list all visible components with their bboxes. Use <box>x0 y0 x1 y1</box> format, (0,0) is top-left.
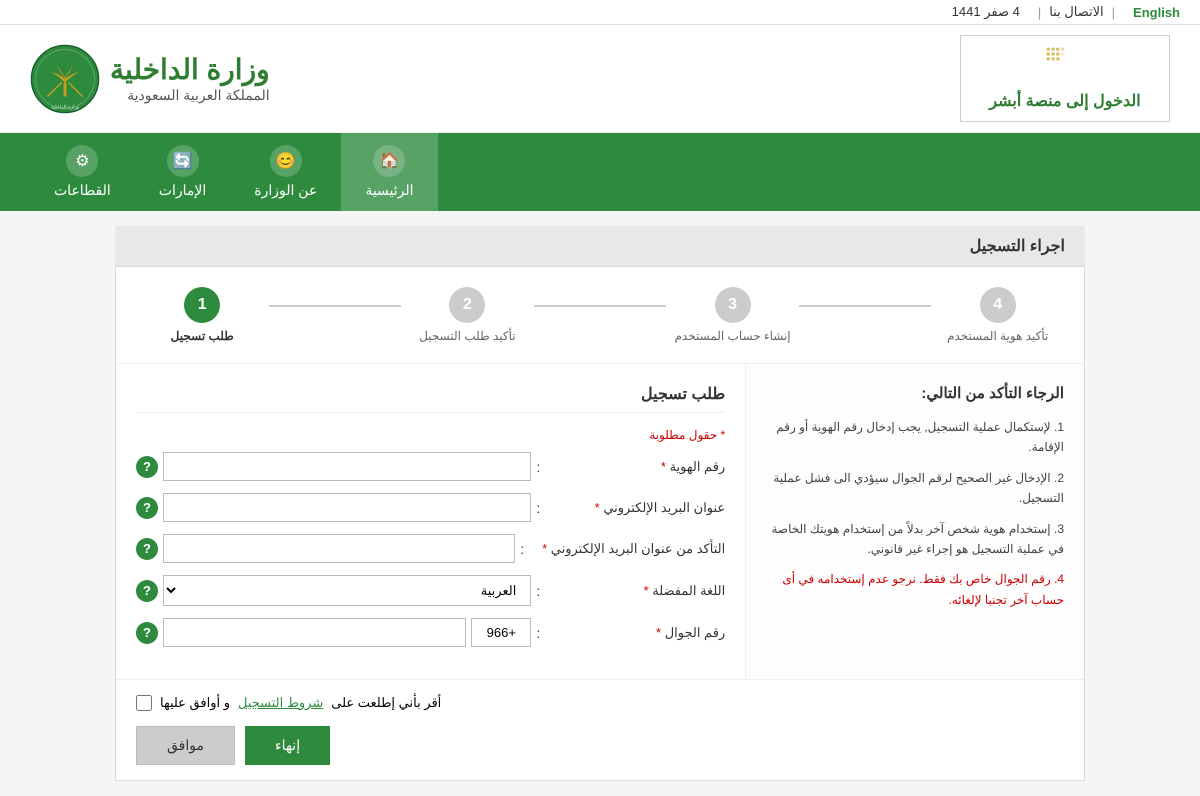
emirates-icon: 🔄 <box>167 145 199 177</box>
registration-container: 4 تأكيد هوية المستخدم 3 إنشاء حساب المست… <box>115 266 1085 781</box>
buttons-row: إنهاء موافق <box>136 726 1064 765</box>
nav-label-sectors: القطاعات <box>54 182 111 199</box>
top-bar: English | الاتصال بنا | 4 صفر 1441 <box>0 0 1200 25</box>
english-link[interactable]: English <box>1133 5 1180 20</box>
contact-label: الاتصال بنا <box>1049 4 1103 20</box>
svg-text:وزارة الداخلية: وزارة الداخلية <box>51 104 80 110</box>
ministry-name: وزارة الداخلية <box>110 53 270 87</box>
input-wrapper-language: العربية English ? <box>136 575 531 606</box>
email-info-icon[interactable]: ? <box>136 497 158 519</box>
instruction-4: 4. رقم الجوال خاص بك فقط. نرجو عدم إستخد… <box>766 569 1064 610</box>
label-email: عنوان البريد الإلكتروني * <box>545 500 725 516</box>
form-row-mobile: رقم الجوال * : +966 ? <box>136 618 725 647</box>
email-input[interactable] <box>163 493 531 522</box>
form-title: طلب تسجيل <box>136 384 725 413</box>
input-wrapper-confirm-email: ? <box>136 534 515 563</box>
terms-text-after: و أوافق عليها <box>160 695 230 711</box>
mobile-input[interactable] <box>163 618 466 647</box>
ministry-logo: وزارة الداخلية المملكة العربية السعودية … <box>30 44 270 114</box>
phone-label: 4 صفر 1441 <box>952 4 1020 20</box>
phone-row: +966 <box>163 618 531 647</box>
mobile-info-icon[interactable]: ? <box>136 622 158 644</box>
step-2-number: 2 <box>449 287 485 323</box>
input-wrapper-mobile: +966 ? <box>136 618 531 647</box>
ministry-emblem: وزارة الداخلية <box>30 44 100 114</box>
instruction-2: 2. الإدخال غير الصحيح لرقم الجوال سيؤدي … <box>766 468 1064 509</box>
sectors-icon: ⚙ <box>66 145 98 177</box>
label-id: رقم الهوية * <box>545 459 725 475</box>
step-1-label: طلب تسجيل <box>171 329 234 343</box>
form-row-confirm-email: التأكد من عنوان البريد الإلكتروني * : ? <box>136 534 725 563</box>
form-bottom: أقر بأني إطلعت على شروط التسجيل و أوافق … <box>116 679 1084 780</box>
form-row-id: رقم الهوية * : ? <box>136 452 725 481</box>
step-3-label: إنشاء حساب المستخدم <box>674 329 790 343</box>
nav-item-sectors[interactable]: ⚙ القطاعات <box>30 133 135 211</box>
finish-button[interactable]: إنهاء <box>245 726 330 765</box>
steps-bar: 4 تأكيد هوية المستخدم 3 إنشاء حساب المست… <box>116 267 1084 364</box>
id-number-input[interactable] <box>163 452 531 481</box>
nav-label-ministry: عن الوزارة <box>254 182 317 199</box>
input-wrapper-id: ? <box>136 452 531 481</box>
content-area: الرجاء التأكد من التالي: 1. لإستكمال عمل… <box>116 364 1084 679</box>
form-row-language: اللغة المفضلة * : العربية English ? <box>136 575 725 606</box>
id-info-icon[interactable]: ? <box>136 456 158 478</box>
step-1-number: 1 <box>184 287 220 323</box>
separator1: | <box>1112 5 1115 20</box>
step-2-label: تأكيد طلب التسجيل <box>419 329 515 343</box>
page-title: اجراء التسجيل <box>115 226 1085 266</box>
header: الدخول إلى منصة أبشر وزارة الداخلية المم… <box>0 25 1200 133</box>
terms-link[interactable]: شروط التسجيل <box>238 695 323 711</box>
step-1: 1 طلب تسجيل <box>136 287 269 343</box>
language-select[interactable]: العربية English <box>163 575 531 606</box>
terms-checkbox[interactable] <box>136 695 152 711</box>
nav-bar: 🏠 الرئيسية 😊 عن الوزارة 🔄 الإمارات ⚙ الق… <box>0 133 1200 211</box>
language-info-icon[interactable]: ? <box>136 580 158 602</box>
terms-row: أقر بأني إطلعت على شروط التسجيل و أوافق … <box>136 695 1064 711</box>
required-star-note: * <box>717 428 725 442</box>
required-note: * حقول مطلوبة <box>136 428 725 442</box>
step-2: 2 تأكيد طلب التسجيل <box>401 287 534 343</box>
agree-button[interactable]: موافق <box>136 726 235 765</box>
step-4-number: 4 <box>980 287 1016 323</box>
form-panel: طلب تسجيل * حقول مطلوبة رقم الهوية * : ? <box>116 364 745 679</box>
instructions-panel: الرجاء التأكد من التالي: 1. لإستكمال عمل… <box>745 364 1084 679</box>
abshir-link[interactable]: الدخول إلى منصة أبشر <box>960 35 1170 122</box>
nav-item-emirates[interactable]: 🔄 الإمارات <box>135 133 230 211</box>
instructions-title: الرجاء التأكد من التالي: <box>766 384 1064 402</box>
nav-item-ministry[interactable]: 😊 عن الوزارة <box>230 133 341 211</box>
nav-label-home: الرئيسية <box>365 182 413 199</box>
form-row-email: عنوان البريد الإلكتروني * : ? <box>136 493 725 522</box>
instruction-3: 3. إستخدام هوية شخص آخر بدلاً من إستخدام… <box>766 519 1064 560</box>
separator2: | <box>1038 5 1041 20</box>
abshir-link-label[interactable]: الدخول إلى منصة أبشر <box>989 93 1140 110</box>
ministry-icon: 😊 <box>270 145 302 177</box>
phone-prefix: +966 <box>471 618 531 647</box>
nav-label-emirates: الإمارات <box>159 182 206 199</box>
step-4-label: تأكيد هوية المستخدم <box>947 329 1048 343</box>
label-language: اللغة المفضلة * <box>545 583 725 599</box>
connector-1-2 <box>269 305 402 307</box>
instruction-1: 1. لإستكمال عملية التسجيل, يجب إدخال رقم… <box>766 417 1064 458</box>
confirm-email-info-icon[interactable]: ? <box>136 538 158 560</box>
step-4: 4 تأكيد هوية المستخدم <box>931 287 1064 343</box>
confirm-email-input[interactable] <box>163 534 515 563</box>
step-3: 3 إنشاء حساب المستخدم <box>666 287 799 343</box>
nav-item-home[interactable]: 🏠 الرئيسية <box>341 133 437 211</box>
connector-3-4 <box>799 305 932 307</box>
label-mobile: رقم الجوال * <box>545 625 725 641</box>
input-wrapper-email: ? <box>136 493 531 522</box>
connector-2-3 <box>534 305 667 307</box>
step-3-number: 3 <box>715 287 751 323</box>
home-icon: 🏠 <box>373 145 405 177</box>
terms-text-before: أقر بأني إطلعت على <box>331 695 441 711</box>
main-content: اجراء التسجيل 4 تأكيد هوية المستخدم 3 إن… <box>100 211 1100 796</box>
label-confirm-email: التأكد من عنوان البريد الإلكتروني * <box>529 541 725 557</box>
country-name: المملكة العربية السعودية <box>110 87 270 104</box>
